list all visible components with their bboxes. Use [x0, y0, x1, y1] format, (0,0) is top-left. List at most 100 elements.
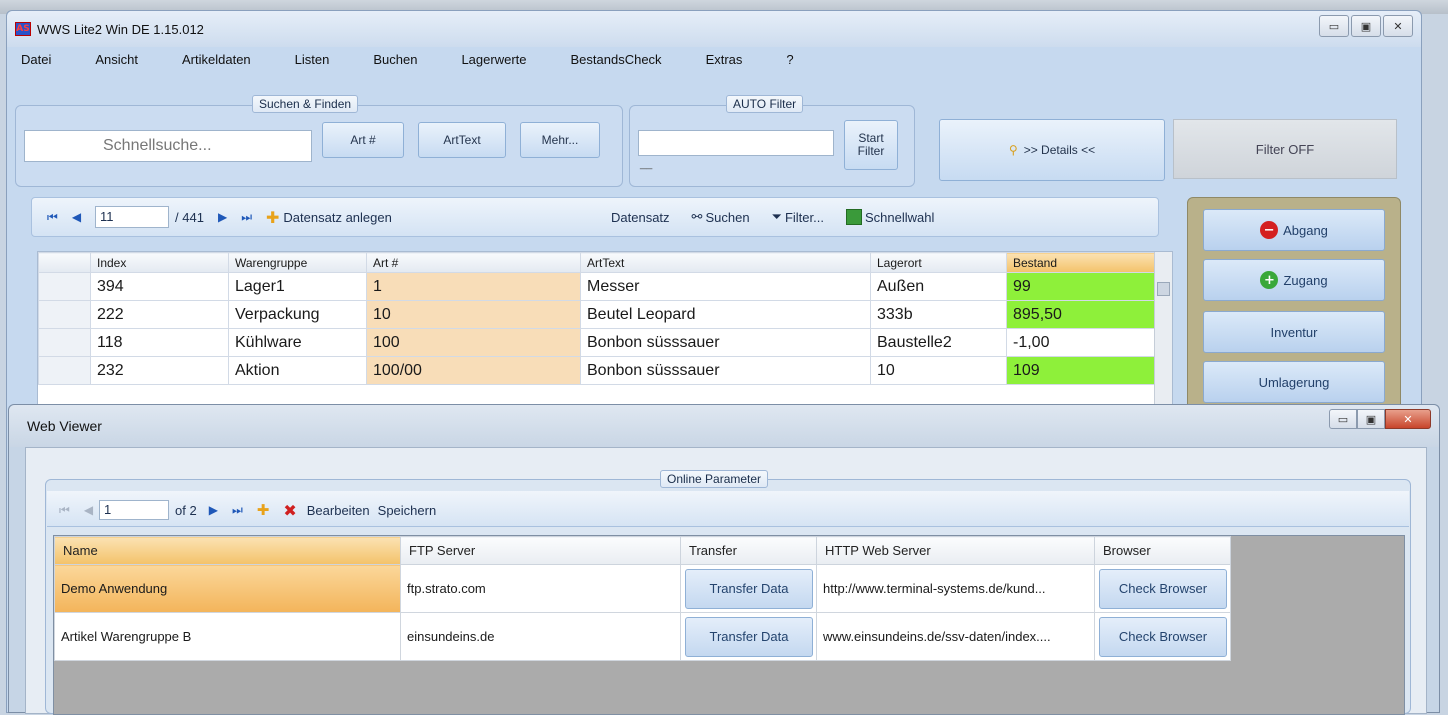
cell-art[interactable]: 100/00 [366, 356, 581, 385]
cell-bestand[interactable]: 99 [1006, 272, 1155, 301]
web-next-icon[interactable]: ▶ [209, 503, 218, 517]
last-record-icon[interactable]: ⏭ [241, 210, 252, 225]
datensatz-button[interactable]: Datensatz [611, 210, 670, 225]
menu-datei[interactable]: Datei [21, 52, 51, 67]
cell-art[interactable]: 100 [366, 328, 581, 357]
web-position-input[interactable]: 1 [99, 500, 170, 520]
col-lagerort[interactable]: Lagerort [870, 252, 1007, 273]
quick-search-input[interactable]: Schnellsuche... [24, 130, 312, 162]
prev-record-icon[interactable]: ◀ [72, 210, 81, 224]
details-button[interactable]: ⚲ >> Details << [939, 119, 1165, 181]
menu-artikeldaten[interactable]: Artikeldaten [182, 52, 251, 67]
cell-lagerort[interactable]: 10 [870, 356, 1007, 385]
start-filter-button[interactable]: Start Filter [844, 120, 898, 170]
zugang-button[interactable]: + Zugang [1203, 259, 1385, 301]
row-selector[interactable] [38, 356, 91, 385]
cell-name[interactable]: Artikel Warengruppe B [54, 612, 401, 661]
minimize-button[interactable]: ▭ [1319, 15, 1349, 37]
row-selector[interactable] [38, 272, 91, 301]
col-transfer[interactable]: Transfer [680, 536, 817, 565]
cell-lagerort[interactable]: Außen [870, 272, 1007, 301]
check-browser-button[interactable]: Check Browser [1099, 616, 1227, 657]
cell-warengruppe[interactable]: Lager1 [228, 272, 367, 301]
cell-art[interactable]: 1 [366, 272, 581, 301]
cell-http[interactable]: www.einsundeins.de/ssv-daten/index.... [816, 612, 1095, 661]
table-row[interactable]: 232 Aktion 100/00 Bonbon süsssauer 10 10… [38, 356, 1155, 385]
cell-index[interactable]: 232 [90, 356, 229, 385]
row-selector[interactable] [38, 328, 91, 357]
cell-http[interactable]: http://www.terminal-systems.de/kund... [816, 564, 1095, 613]
search-arttext-button[interactable]: ArtText [418, 122, 506, 158]
record-position-input[interactable]: 11 [95, 206, 170, 228]
transfer-data-button[interactable]: Transfer Data [685, 616, 813, 657]
cell-index[interactable]: 394 [90, 272, 229, 301]
web-maximize-button[interactable]: ▣ [1357, 409, 1385, 429]
web-edit-button[interactable]: Bearbeiten [307, 503, 370, 518]
table-row[interactable]: 394 Lager1 1 Messer Außen 99 [38, 272, 1155, 301]
cell-arttext[interactable]: Bonbon süsssauer [580, 328, 871, 357]
col-warengruppe[interactable]: Warengruppe [228, 252, 367, 273]
cell-warengruppe[interactable]: Aktion [228, 356, 367, 385]
maximize-button[interactable]: ▣ [1351, 15, 1381, 37]
col-name[interactable]: Name [54, 536, 401, 565]
filter-off-button[interactable]: Filter OFF [1173, 119, 1397, 179]
menu-lagerwerte[interactable]: Lagerwerte [461, 52, 526, 67]
row-selector[interactable] [38, 300, 91, 329]
transfer-data-button[interactable]: Transfer Data [685, 568, 813, 609]
web-prev-icon[interactable]: ◀ [84, 503, 93, 517]
cell-warengruppe[interactable]: Kühlware [228, 328, 367, 357]
table-row[interactable]: 222 Verpackung 10 Beutel Leopard 333b 89… [38, 300, 1155, 329]
web-close-button[interactable]: ✕ [1385, 409, 1431, 429]
close-button[interactable]: ✕ [1383, 15, 1413, 37]
cell-art[interactable]: 10 [366, 300, 581, 329]
cell-arttext[interactable]: Bonbon süsssauer [580, 356, 871, 385]
menu-buchen[interactable]: Buchen [373, 52, 417, 67]
web-last-icon[interactable]: ⏭ [232, 503, 243, 518]
cell-arttext[interactable]: Beutel Leopard [580, 300, 871, 329]
web-add-icon[interactable]: ✚ [257, 501, 270, 519]
grid-scroll-thumb[interactable] [1157, 282, 1170, 296]
add-record-button[interactable]: Datensatz anlegen [283, 210, 391, 225]
cell-ftp[interactable]: ftp.strato.com [400, 564, 681, 613]
cell-index[interactable]: 118 [90, 328, 229, 357]
col-arttext[interactable]: ArtText [580, 252, 871, 273]
autofilter-input[interactable] [638, 130, 834, 156]
col-bestand[interactable]: Bestand [1006, 252, 1155, 273]
cell-index[interactable]: 222 [90, 300, 229, 329]
table-row[interactable]: Demo Anwendung ftp.strato.com Transfer D… [54, 564, 1231, 613]
search-art-button[interactable]: Art # [322, 122, 404, 158]
cell-bestand[interactable]: 109 [1006, 356, 1155, 385]
col-art[interactable]: Art # [366, 252, 581, 273]
first-record-icon[interactable]: ⏮ [47, 210, 58, 225]
cell-bestand[interactable]: -1,00 [1006, 328, 1155, 357]
menu-help[interactable]: ? [786, 52, 793, 67]
cell-lagerort[interactable]: Baustelle2 [870, 328, 1007, 357]
web-delete-icon[interactable]: ✖ [283, 501, 296, 520]
menu-listen[interactable]: Listen [295, 52, 330, 67]
table-row[interactable]: 118 Kühlware 100 Bonbon süsssauer Bauste… [38, 328, 1155, 357]
cell-name[interactable]: Demo Anwendung [54, 564, 401, 613]
menu-extras[interactable]: Extras [706, 52, 743, 67]
col-browser[interactable]: Browser [1094, 536, 1231, 565]
cell-lagerort[interactable]: 333b [870, 300, 1007, 329]
inventur-button[interactable]: Inventur [1203, 311, 1385, 353]
schnellwahl-button[interactable]: Schnellwahl [865, 210, 934, 225]
filter-button[interactable]: Filter... [785, 210, 824, 225]
cell-arttext[interactable]: Messer [580, 272, 871, 301]
cell-ftp[interactable]: einsundeins.de [400, 612, 681, 661]
cell-warengruppe[interactable]: Verpackung [228, 300, 367, 329]
col-http-web-server[interactable]: HTTP Web Server [816, 536, 1095, 565]
col-index[interactable]: Index [90, 252, 229, 273]
abgang-button[interactable]: − Abgang [1203, 209, 1385, 251]
web-first-icon[interactable]: ⏮ [59, 503, 70, 518]
suchen-button[interactable]: Suchen [705, 210, 749, 225]
check-browser-button[interactable]: Check Browser [1099, 568, 1227, 609]
web-save-button[interactable]: Speichern [378, 503, 437, 518]
menu-ansicht[interactable]: Ansicht [95, 52, 138, 67]
grid-scrollbar[interactable] [1154, 252, 1172, 410]
cell-bestand[interactable]: 895,50 [1006, 300, 1155, 329]
col-ftp-server[interactable]: FTP Server [400, 536, 681, 565]
search-more-button[interactable]: Mehr... [520, 122, 600, 158]
table-row[interactable]: Artikel Warengruppe B einsundeins.de Tra… [54, 612, 1231, 661]
web-minimize-button[interactable]: ▭ [1329, 409, 1357, 429]
